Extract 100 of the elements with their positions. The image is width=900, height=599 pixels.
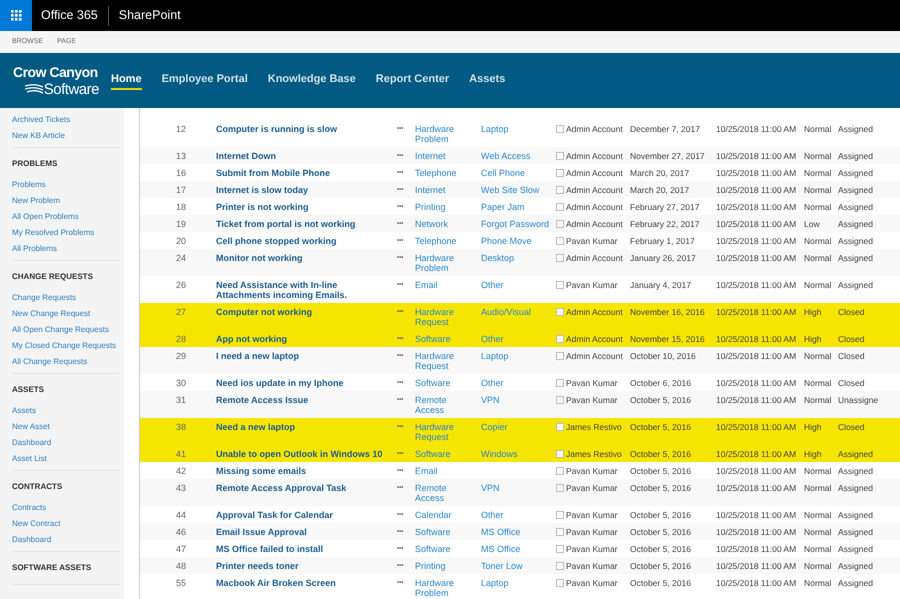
title-link[interactable]: Submit from Mobile Phone bbox=[216, 168, 330, 178]
title-link[interactable]: Monitor not working bbox=[216, 253, 302, 263]
category-link[interactable]: Remote Access bbox=[415, 395, 477, 415]
checkbox[interactable] bbox=[556, 125, 564, 133]
sidebar-link[interactable]: All Change Requests bbox=[12, 356, 120, 367]
category-link[interactable]: Email bbox=[415, 466, 438, 476]
subcategory-link[interactable]: Laptop bbox=[481, 578, 509, 588]
category-link[interactable]: Software bbox=[415, 378, 451, 388]
checkbox[interactable] bbox=[556, 237, 564, 245]
checkbox[interactable] bbox=[556, 308, 564, 316]
subcategory-link[interactable]: Cell Phone bbox=[481, 168, 526, 178]
category-link[interactable]: Internet bbox=[415, 185, 446, 195]
title-link[interactable]: Remote Access Approval Task bbox=[216, 483, 346, 493]
title-link[interactable]: Need Assistance with In-line Attachments incoming Emails. bbox=[216, 280, 393, 300]
category-link[interactable]: Software bbox=[415, 334, 451, 344]
title-link[interactable]: Need ios update in my Iphone bbox=[216, 378, 344, 388]
app-launcher-button[interactable] bbox=[0, 0, 32, 31]
subcategory-link[interactable]: Desktop bbox=[481, 253, 514, 263]
checkbox[interactable] bbox=[556, 545, 564, 553]
checkbox[interactable] bbox=[556, 579, 564, 587]
category-link[interactable]: Hardware Request bbox=[415, 351, 477, 371]
sidebar-link[interactable]: Archived Tickets bbox=[12, 114, 120, 125]
checkbox[interactable] bbox=[556, 352, 564, 360]
category-link[interactable]: Calendar bbox=[415, 510, 452, 520]
subcategory-link[interactable]: Web Access bbox=[481, 151, 530, 161]
sidebar-link[interactable]: Change Requests bbox=[12, 292, 120, 303]
title-link[interactable]: Email Issue Approval bbox=[216, 527, 307, 537]
sidebar-link[interactable]: Contracts bbox=[12, 502, 120, 513]
checkbox[interactable] bbox=[556, 450, 564, 458]
subcategory-link[interactable]: MS Office bbox=[481, 527, 520, 537]
category-link[interactable]: Printing bbox=[415, 202, 446, 212]
checkbox[interactable] bbox=[556, 220, 564, 228]
checkbox[interactable] bbox=[556, 562, 564, 570]
subcategory-link[interactable]: Copier bbox=[481, 422, 508, 432]
sidebar-link[interactable]: My Resolved Problems bbox=[12, 227, 120, 238]
category-link[interactable]: Email bbox=[415, 280, 438, 290]
subcategory-link[interactable]: Web Site Slow bbox=[481, 185, 540, 195]
sidebar-link[interactable]: New Change Request bbox=[12, 308, 120, 319]
sidebar-link[interactable]: New Contract bbox=[12, 518, 120, 529]
nav-link[interactable]: Report Center bbox=[376, 70, 450, 90]
brand-name[interactable]: Office 365 bbox=[41, 6, 98, 25]
title-link[interactable]: Printer needs toner bbox=[216, 561, 299, 571]
subcategory-link[interactable]: VPN bbox=[481, 483, 500, 493]
subcategory-link[interactable]: VPN bbox=[481, 395, 500, 405]
sidebar-link[interactable]: All Open Change Requests bbox=[12, 324, 120, 335]
checkbox[interactable] bbox=[556, 379, 564, 387]
checkbox[interactable] bbox=[556, 396, 564, 404]
checkbox[interactable] bbox=[556, 281, 564, 289]
checkbox[interactable] bbox=[556, 152, 564, 160]
sidebar-link[interactable]: Asset List bbox=[12, 453, 120, 464]
subcategory-link[interactable]: Other bbox=[481, 378, 504, 388]
category-link[interactable]: Software bbox=[415, 544, 451, 554]
checkbox[interactable] bbox=[556, 467, 564, 475]
checkbox[interactable] bbox=[556, 203, 564, 211]
subcategory-link[interactable]: Windows bbox=[481, 449, 518, 459]
checkbox[interactable] bbox=[556, 254, 564, 262]
checkbox[interactable] bbox=[556, 169, 564, 177]
subcategory-link[interactable]: Other bbox=[481, 280, 504, 290]
checkbox[interactable] bbox=[556, 528, 564, 536]
title-link[interactable]: I need a new laptop bbox=[216, 351, 300, 361]
title-link[interactable]: Computer not working bbox=[216, 307, 312, 317]
sidebar-link[interactable]: My Closed Change Requests bbox=[12, 340, 120, 351]
checkbox[interactable] bbox=[556, 484, 564, 492]
sidebar-link[interactable]: New Asset bbox=[12, 421, 120, 432]
title-link[interactable]: Internet is slow today bbox=[216, 185, 308, 195]
subcategory-link[interactable]: Forgot Password bbox=[481, 219, 550, 229]
category-link[interactable]: Hardware Request bbox=[415, 422, 477, 442]
title-link[interactable]: MS Office failed to install bbox=[216, 544, 324, 554]
checkbox[interactable] bbox=[556, 511, 564, 519]
category-link[interactable]: Hardware Request bbox=[415, 307, 477, 327]
category-link[interactable]: Internet bbox=[415, 151, 446, 161]
title-link[interactable]: Printer is not working bbox=[216, 202, 309, 212]
title-link[interactable]: Approval Task for Calendar bbox=[216, 510, 333, 520]
title-link[interactable]: App not working bbox=[216, 334, 287, 344]
category-link[interactable]: Network bbox=[415, 219, 448, 229]
app-name[interactable]: SharePoint bbox=[118, 6, 181, 25]
checkbox[interactable] bbox=[556, 335, 564, 343]
nav-link[interactable]: Knowledge Base bbox=[268, 70, 356, 90]
title-link[interactable]: Internet Down bbox=[216, 151, 276, 161]
category-link[interactable]: Remote Access bbox=[415, 483, 477, 503]
title-link[interactable]: Macbook Air Broken Screen bbox=[216, 578, 336, 588]
title-link[interactable]: Cell phone stopped working bbox=[216, 236, 337, 246]
checkbox[interactable] bbox=[556, 423, 564, 431]
subcategory-link[interactable]: Laptop bbox=[481, 124, 509, 134]
category-link[interactable]: Hardware Problem bbox=[415, 253, 477, 273]
category-link[interactable]: Printing bbox=[415, 561, 446, 571]
category-link[interactable]: Hardware Problem bbox=[415, 578, 477, 598]
title-link[interactable]: Need a new laptop bbox=[216, 422, 296, 432]
title-link[interactable]: Remote Access Issue bbox=[216, 395, 308, 405]
nav-link[interactable]: Employee Portal bbox=[162, 70, 248, 90]
title-link[interactable]: Computer is running is slow bbox=[216, 124, 338, 134]
subcategory-link[interactable]: Phone Move bbox=[481, 236, 532, 246]
category-link[interactable]: Software bbox=[415, 527, 451, 537]
category-link[interactable]: Software bbox=[415, 449, 451, 459]
nav-link[interactable]: Assets bbox=[469, 70, 506, 90]
nav-link[interactable]: Home bbox=[111, 70, 142, 90]
category-link[interactable]: Telephone bbox=[415, 168, 457, 178]
title-link[interactable]: Missing some emails bbox=[216, 466, 306, 476]
title-link[interactable]: Unable to open Outlook in Windows 10 bbox=[216, 449, 382, 459]
subcategory-link[interactable]: Paper Jam bbox=[481, 202, 525, 212]
